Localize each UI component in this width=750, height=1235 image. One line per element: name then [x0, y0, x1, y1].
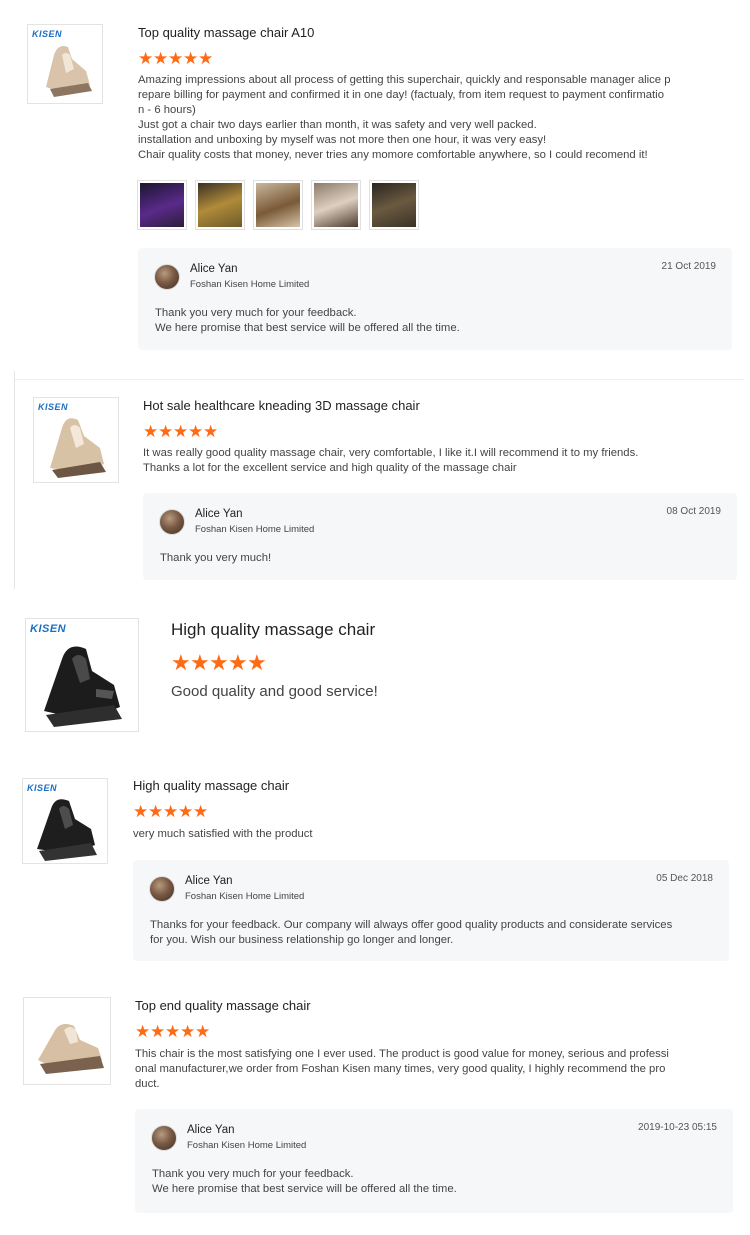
reply-date: 21 Oct 2019 — [661, 261, 716, 272]
reply-company: Foshan Kisen Home Limited — [195, 524, 315, 535]
reply-author: Alice Yan — [195, 508, 243, 520]
review-4: KISEN High quality massage chair ★ ★ ★ ★ ★ v… — [0, 770, 750, 970]
product-thumbnail[interactable]: KISEN — [25, 618, 139, 732]
review-text: very much satisfied with the product — [133, 828, 313, 840]
product-thumbnail[interactable]: KISEN — [27, 24, 103, 104]
star-icon: ★ — [198, 49, 214, 68]
avatar — [159, 509, 185, 535]
star-icon: ★ — [228, 650, 248, 675]
seller-reply: Alice Yan Foshan Kisen Home Limited 05 D… — [133, 860, 729, 961]
rating-stars: ★ ★ ★ ★ ★ — [171, 650, 267, 675]
review-photos — [137, 180, 419, 230]
seller-reply: Alice Yan Foshan Kisen Home Limited 2019… — [135, 1109, 733, 1213]
star-icon: ★ — [178, 802, 194, 821]
star-icon: ★ — [153, 49, 169, 68]
reply-date: 2019-10-23 05:15 — [638, 1122, 717, 1133]
review-title: Top quality massage chair A10 — [138, 25, 315, 40]
massage-chair-image — [44, 646, 122, 727]
rating-stars: ★ ★ ★ ★ ★ — [135, 1023, 210, 1040]
rating-stars: ★ ★ ★ ★ ★ — [133, 803, 208, 820]
reply-date: 08 Oct 2019 — [666, 506, 721, 517]
reply-author: Alice Yan — [190, 263, 238, 275]
review-title: High quality massage chair — [133, 778, 290, 793]
star-icon: ★ — [163, 802, 179, 821]
review-photo[interactable] — [253, 180, 303, 230]
review-2: KISEN Hot sale healthcare kneading 3D ma… — [0, 380, 750, 590]
seller-reply: Alice Yan Foshan Kisen Home Limited 08 O… — [143, 493, 737, 580]
product-thumbnail[interactable]: KISEN — [22, 778, 108, 864]
reply-company: Foshan Kisen Home Limited — [190, 279, 310, 290]
reply-text: Thank you very much for your feedback. W… — [155, 307, 460, 334]
star-icon: ★ — [190, 650, 210, 675]
star-icon: ★ — [165, 1022, 181, 1041]
star-icon: ★ — [150, 1022, 166, 1041]
reply-author: Alice Yan — [185, 875, 233, 887]
review-text: It was really good quality massage chair… — [143, 447, 639, 474]
massage-chair-image — [38, 1024, 104, 1074]
reply-company: Foshan Kisen Home Limited — [185, 891, 305, 902]
star-icon: ★ — [171, 650, 191, 675]
review-title: High quality massage chair — [171, 620, 376, 639]
reply-date: 05 Dec 2018 — [656, 873, 713, 884]
reply-company: Foshan Kisen Home Limited — [187, 1140, 307, 1151]
star-icon: ★ — [180, 1022, 196, 1041]
rating-stars: ★ ★ ★ ★ ★ — [143, 423, 218, 440]
star-icon: ★ — [203, 422, 219, 441]
star-icon: ★ — [158, 422, 174, 441]
brand-logo: KISEN — [32, 29, 63, 39]
star-icon: ★ — [138, 49, 154, 68]
star-icon: ★ — [135, 1022, 151, 1041]
review-text: Amazing impressions about all process of… — [138, 74, 671, 161]
review-text: This chair is the most satisfying one I … — [135, 1048, 669, 1090]
avatar — [151, 1125, 177, 1151]
review-3: KISEN High quality massage chair ★ ★ ★ ★ ★ G… — [0, 610, 750, 740]
star-icon: ★ — [173, 422, 189, 441]
avatar — [149, 876, 175, 902]
reply-text: Thank you very much! — [160, 552, 272, 564]
avatar — [154, 264, 180, 290]
star-icon: ★ — [188, 422, 204, 441]
star-icon: ★ — [143, 422, 159, 441]
star-icon: ★ — [195, 1022, 211, 1041]
star-icon: ★ — [209, 650, 229, 675]
review-photo[interactable] — [369, 180, 419, 230]
review-1: KISEN Top quality massage chair A10 ★ ★ ★ ★… — [0, 0, 750, 360]
reply-author: Alice Yan — [187, 1124, 235, 1136]
brand-logo: KISEN — [27, 783, 58, 793]
product-thumbnail[interactable] — [23, 997, 111, 1085]
review-photo[interactable] — [195, 180, 245, 230]
reply-text: Thanks for your feedback. Our company wi… — [150, 919, 673, 946]
reply-text: Thank you very much for your feedback. W… — [152, 1168, 457, 1195]
review-text: Good quality and good service! — [171, 683, 378, 700]
review-5: Top end quality massage chair ★ ★ ★ ★ ★ This… — [0, 990, 750, 1225]
product-thumbnail[interactable]: KISEN — [33, 397, 119, 483]
review-photo[interactable] — [137, 180, 187, 230]
star-icon: ★ — [193, 802, 209, 821]
review-title: Top end quality massage chair — [135, 998, 311, 1013]
star-icon: ★ — [133, 802, 149, 821]
brand-logo: KISEN — [38, 402, 69, 412]
rating-stars: ★ ★ ★ ★ ★ — [138, 50, 213, 67]
review-photo[interactable] — [311, 180, 361, 230]
star-icon: ★ — [247, 650, 267, 675]
brand-logo: KISEN — [30, 623, 67, 635]
review-title: Hot sale healthcare kneading 3D massage … — [143, 398, 420, 413]
star-icon: ★ — [183, 49, 199, 68]
star-icon: ★ — [148, 802, 164, 821]
seller-reply: Alice Yan Foshan Kisen Home Limited 21 O… — [138, 248, 732, 350]
star-icon: ★ — [168, 49, 184, 68]
